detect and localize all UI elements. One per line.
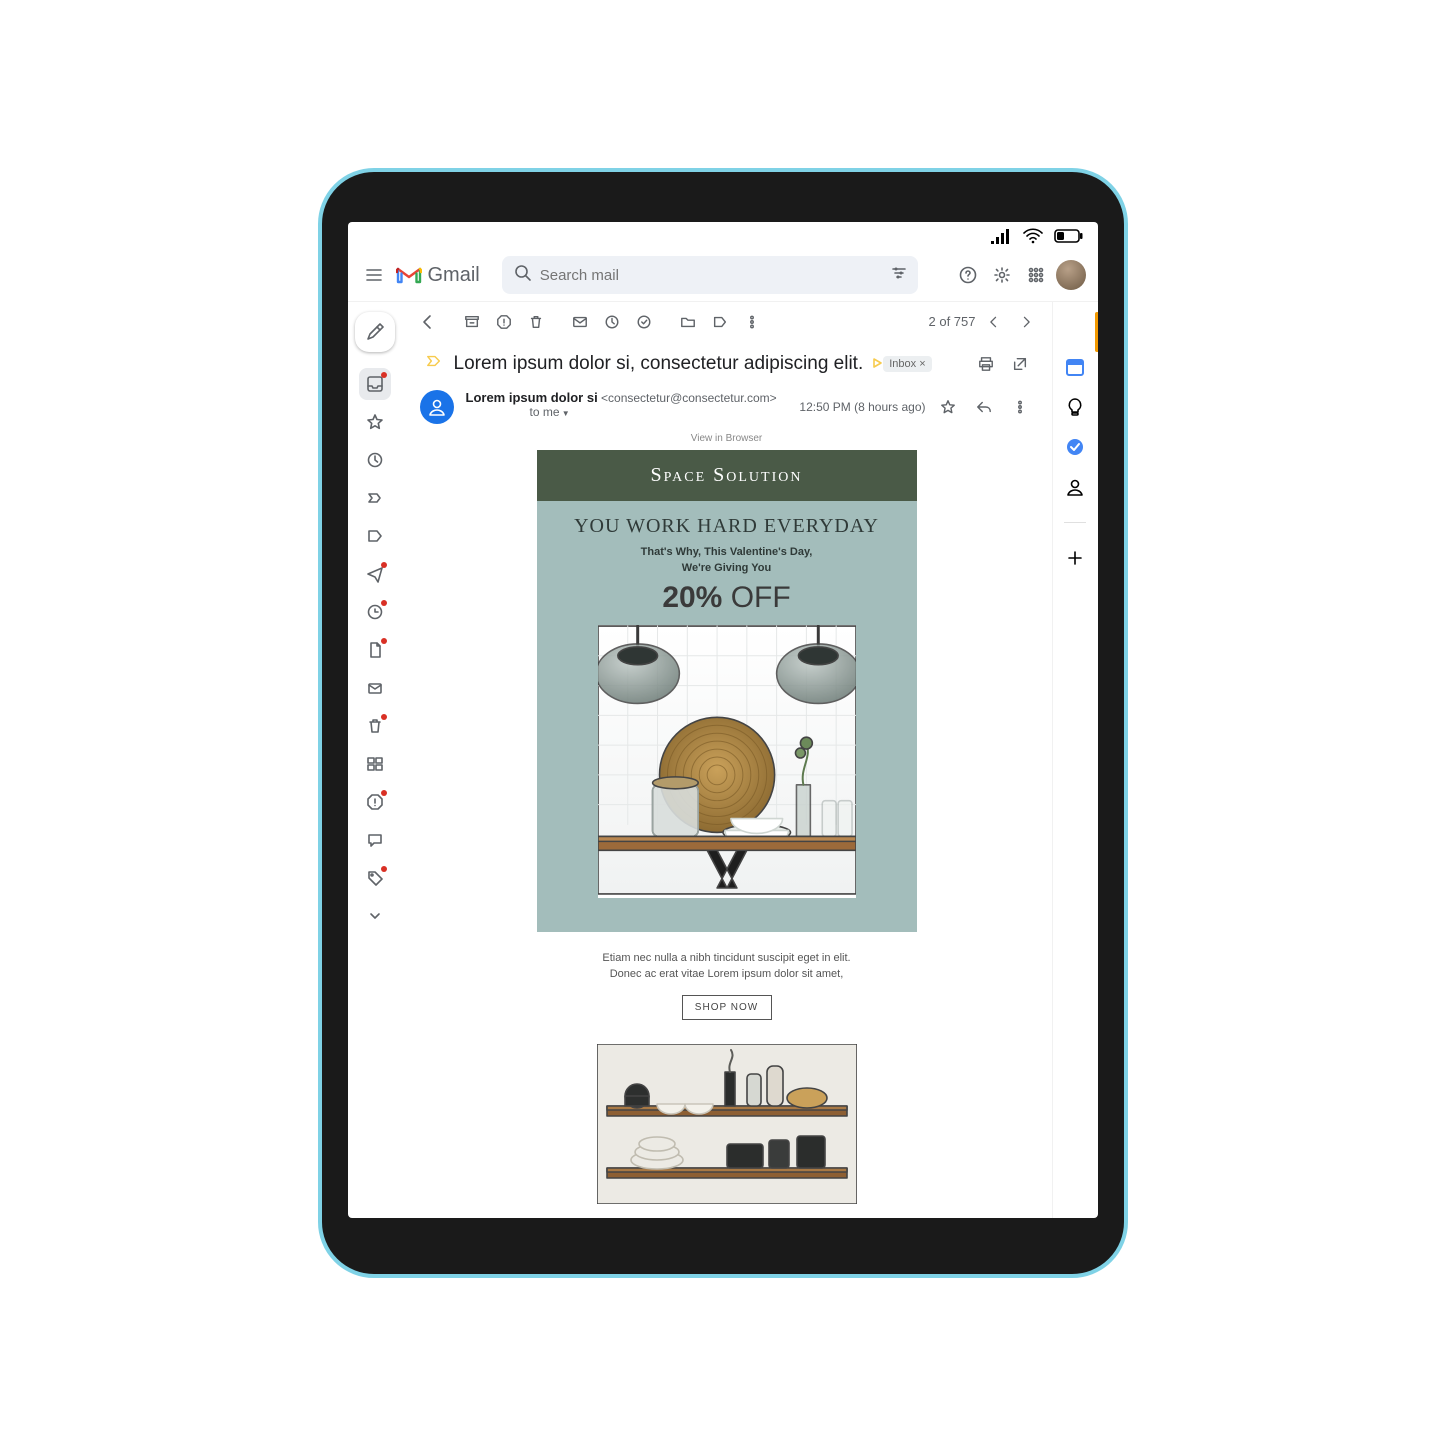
search-input[interactable] bbox=[532, 267, 906, 284]
nav-important[interactable] bbox=[359, 482, 391, 514]
nav-starred[interactable] bbox=[359, 406, 391, 438]
tasks-app-icon[interactable] bbox=[1064, 436, 1086, 458]
message-subject: Lorem ipsum dolor si, consectetur adipis… bbox=[454, 353, 864, 375]
reply-icon[interactable] bbox=[970, 393, 998, 421]
promo-text: Etiam nec nulla a nibh tincidunt suscipi… bbox=[537, 932, 917, 995]
message-body-scroll[interactable]: View in Browser Space Solution YOU WORK … bbox=[402, 427, 1052, 1218]
report-spam-icon[interactable] bbox=[490, 308, 518, 336]
apps-grid-icon[interactable] bbox=[1022, 261, 1050, 289]
view-in-browser-link[interactable]: View in Browser bbox=[442, 427, 1012, 450]
hero-subline-1: That's Why, This Valentine's Day, bbox=[537, 544, 917, 561]
gmail-wordmark: Gmail bbox=[428, 264, 480, 287]
nav-snoozed[interactable] bbox=[359, 444, 391, 476]
message-timestamp: 12:50 PM (8 hours ago) bbox=[799, 400, 925, 414]
screen: Gmail bbox=[348, 222, 1098, 1218]
more-icon[interactable] bbox=[738, 308, 766, 336]
keep-app-icon[interactable] bbox=[1064, 396, 1086, 418]
delete-icon[interactable] bbox=[522, 308, 550, 336]
labels-icon[interactable] bbox=[706, 308, 734, 336]
nav-drafts[interactable] bbox=[359, 634, 391, 666]
message-counter: 2 of 757 bbox=[929, 314, 976, 329]
menu-icon[interactable] bbox=[360, 261, 388, 289]
sender-email: <consectetur@consectetur.com> bbox=[601, 391, 777, 405]
nav-scheduled[interactable] bbox=[359, 596, 391, 628]
snooze-icon[interactable] bbox=[598, 308, 626, 336]
cellular-icon bbox=[990, 228, 1012, 244]
subject-chevron-icon bbox=[873, 355, 883, 373]
contacts-app-icon[interactable] bbox=[1064, 476, 1086, 498]
hero-subline-2: We're Giving You bbox=[537, 560, 917, 577]
search-options-icon[interactable] bbox=[890, 264, 908, 286]
nav-label[interactable] bbox=[359, 520, 391, 552]
archive-icon[interactable] bbox=[458, 308, 486, 336]
nav-spam[interactable] bbox=[359, 786, 391, 818]
section-image-shelves bbox=[597, 1044, 857, 1207]
prev-message-icon[interactable] bbox=[980, 308, 1008, 336]
nav-chat[interactable] bbox=[359, 824, 391, 856]
nav-categories[interactable] bbox=[359, 748, 391, 780]
hero-headline: YOU WORK HARD EVERYDAY bbox=[537, 501, 917, 544]
help-icon[interactable] bbox=[954, 261, 982, 289]
gmail-logo[interactable]: Gmail bbox=[396, 264, 480, 287]
brand-banner: Space Solution bbox=[537, 450, 917, 501]
nav-trash[interactable] bbox=[359, 710, 391, 742]
recipient-toggle[interactable]: to me bbox=[530, 405, 570, 419]
gmail-header: Gmail bbox=[348, 250, 1098, 302]
email-body: Space Solution YOU WORK HARD EVERYDAY Th… bbox=[537, 450, 917, 1218]
back-icon[interactable] bbox=[414, 308, 442, 336]
search-bar[interactable] bbox=[502, 256, 918, 294]
calendar-app-icon[interactable] bbox=[1064, 356, 1086, 378]
nav-inbox[interactable] bbox=[359, 368, 391, 400]
sender-name: Lorem ipsum dolor si bbox=[466, 390, 598, 405]
nav-all-mail[interactable] bbox=[359, 672, 391, 704]
add-app-icon[interactable] bbox=[1064, 547, 1086, 569]
next-message-icon[interactable] bbox=[1012, 308, 1040, 336]
gmail-m-icon bbox=[396, 265, 422, 285]
battery-icon bbox=[1054, 228, 1084, 244]
status-bar bbox=[348, 222, 1098, 250]
add-task-icon[interactable] bbox=[630, 308, 658, 336]
nav-more[interactable] bbox=[359, 900, 391, 932]
important-marker-icon[interactable] bbox=[426, 353, 442, 374]
hero-image bbox=[598, 625, 856, 898]
nav-sent[interactable] bbox=[359, 558, 391, 590]
nav-tag[interactable] bbox=[359, 862, 391, 894]
sender-avatar[interactable] bbox=[420, 390, 454, 424]
side-panel bbox=[1052, 302, 1098, 1218]
message-toolbar: 2 of 757 bbox=[402, 302, 1052, 342]
sender-row: Lorem ipsum dolor si <consectetur@consec… bbox=[402, 386, 1052, 427]
hero-section: Space Solution YOU WORK HARD EVERYDAY Th… bbox=[537, 450, 917, 932]
open-new-window-icon[interactable] bbox=[1006, 350, 1034, 378]
tablet-frame: Gmail bbox=[318, 168, 1128, 1278]
folder-chip[interactable]: Inbox × bbox=[883, 356, 931, 372]
move-to-icon[interactable] bbox=[674, 308, 702, 336]
left-nav-rail bbox=[348, 302, 402, 1218]
message-more-icon[interactable] bbox=[1006, 393, 1034, 421]
mark-unread-icon[interactable] bbox=[566, 308, 594, 336]
shop-now-button[interactable]: SHOP NOW bbox=[682, 995, 772, 1020]
search-icon bbox=[514, 264, 532, 286]
star-icon[interactable] bbox=[934, 393, 962, 421]
compose-button[interactable] bbox=[355, 312, 395, 352]
wifi-icon bbox=[1022, 228, 1044, 244]
settings-icon[interactable] bbox=[988, 261, 1016, 289]
message-pane: 2 of 757 Lorem ipsum dolor si, consectet… bbox=[402, 302, 1052, 1218]
print-icon[interactable] bbox=[972, 350, 1000, 378]
subject-row: Lorem ipsum dolor si, consectetur adipis… bbox=[402, 342, 1052, 386]
account-avatar[interactable] bbox=[1056, 260, 1086, 290]
hero-discount: 20% OFF bbox=[537, 577, 917, 625]
